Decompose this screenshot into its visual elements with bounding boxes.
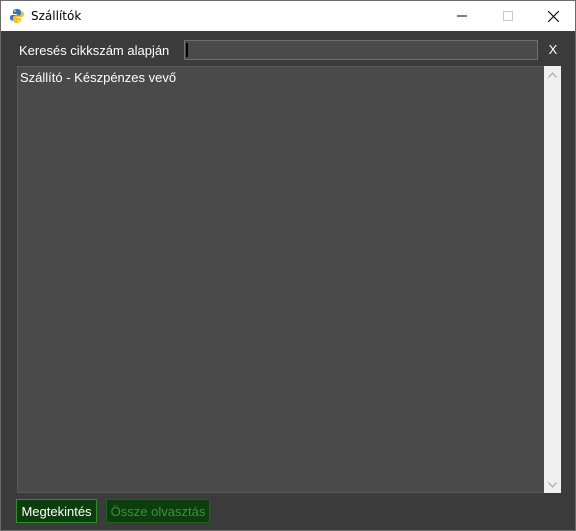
scroll-down-button[interactable] xyxy=(544,476,561,493)
scroll-up-button[interactable] xyxy=(544,66,561,83)
vertical-scrollbar[interactable] xyxy=(544,66,561,493)
merge-button[interactable]: Össze olvasztás xyxy=(106,499,210,523)
list-item[interactable]: Szállító - Készpénzes vevő xyxy=(20,70,176,85)
close-button[interactable] xyxy=(530,1,576,31)
chevron-up-icon xyxy=(548,71,557,78)
minimize-button[interactable] xyxy=(439,1,485,31)
search-label: Keresés cikkszám alapján xyxy=(19,43,170,58)
minimize-icon xyxy=(457,15,467,17)
app-window: Szállítók Keresés cikkszám alapján X Szá… xyxy=(0,0,576,531)
clear-search-button[interactable]: X xyxy=(545,41,561,59)
maximize-icon xyxy=(503,11,513,21)
maximize-button[interactable] xyxy=(485,1,531,31)
window-title: Szállítók xyxy=(31,9,82,23)
close-icon xyxy=(547,10,559,22)
search-input[interactable] xyxy=(184,40,538,60)
title-bar[interactable]: Szállítók xyxy=(1,1,575,31)
text-caret xyxy=(186,43,188,57)
python-icon xyxy=(10,9,24,23)
chevron-down-icon xyxy=(548,481,557,488)
view-button[interactable]: Megtekintés xyxy=(16,499,97,523)
supplier-list[interactable]: Szállító - Készpénzes vevő xyxy=(17,66,561,493)
